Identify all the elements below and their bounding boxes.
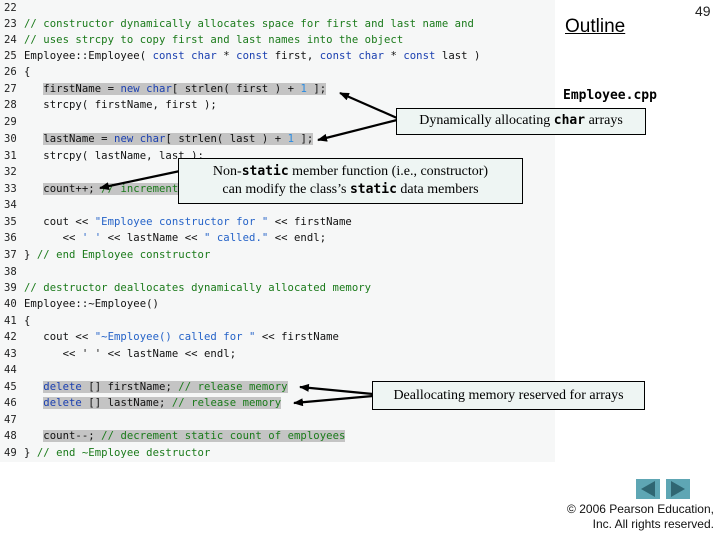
code-line-37: 37} // end Employee constructor bbox=[4, 249, 211, 261]
code-line-47: 47 bbox=[4, 414, 17, 426]
callout-static-line2: can modify the class’s static data membe… bbox=[222, 182, 479, 197]
callout-static-line1: Non-static member function (i.e., constr… bbox=[212, 164, 489, 179]
code-line-42: 42 cout << "~Employee() called for " << … bbox=[4, 331, 339, 343]
code-line-22: 22 bbox=[4, 2, 17, 14]
code-line-24: 24// uses strcpy to copy first and last … bbox=[4, 34, 404, 46]
code-line-41: 41{ bbox=[4, 315, 31, 327]
code-line-45: 45 delete [] firstName; // release memor… bbox=[4, 381, 288, 393]
code-line-38: 38 bbox=[4, 266, 17, 278]
triangle-left-icon bbox=[641, 481, 655, 497]
callout-deallocation: Deallocating memory reserved for arrays bbox=[372, 381, 645, 410]
code-line-36: 36 << ' ' << lastName << " called." << e… bbox=[4, 232, 327, 244]
code-line-39: 39// destructor deallocates dynamically … bbox=[4, 282, 372, 294]
code-line-25: 25 Employee::Employee( const char * const… bbox=[4, 50, 481, 62]
code-line-40: 40 Employee::~Employee() bbox=[4, 298, 159, 310]
code-line-34: 34 bbox=[4, 199, 17, 211]
code-line-29: 29 bbox=[4, 116, 17, 128]
code-line-46: 46 delete [] lastName; // release memory bbox=[4, 397, 282, 409]
outline-link[interactable]: Outline bbox=[565, 16, 625, 38]
callout-static-members: Non-static member function (i.e., constr… bbox=[178, 158, 523, 204]
page-number: 49 bbox=[695, 3, 711, 19]
callout-dynamic-allocation: Dynamically allocating char arrays bbox=[396, 108, 646, 135]
code-line-43: 43 << ' ' << lastName << endl; bbox=[4, 348, 237, 360]
code-line-26: 26{ bbox=[4, 66, 31, 78]
code-line-35: 35 cout << "Employee constructor for " <… bbox=[4, 216, 352, 228]
code-line-31: 31 strcpy( lastName, last ); bbox=[4, 150, 204, 162]
code-line-48: 48 count--; // decrement static count of… bbox=[4, 430, 346, 442]
code-line-27: 27 firstName = new char[ strlen( first )… bbox=[4, 83, 327, 95]
code-line-30: 30 lastName = new char[ strlen( last ) +… bbox=[4, 133, 314, 145]
code-line-49: 49} // end ~Employee destructor bbox=[4, 447, 211, 459]
previous-slide-button[interactable] bbox=[636, 479, 660, 499]
code-line-44: 44 bbox=[4, 364, 17, 376]
next-slide-button[interactable] bbox=[666, 479, 690, 499]
copyright-notice: © 2006 Pearson Education, Inc. All right… bbox=[567, 502, 714, 531]
code-line-32: 32 bbox=[4, 166, 17, 178]
filename-label: Employee.cpp bbox=[563, 88, 657, 103]
code-line-28: 28 strcpy( firstName, first ); bbox=[4, 99, 217, 111]
triangle-right-icon bbox=[671, 481, 685, 497]
code-line-23: 23// constructor dynamically allocates s… bbox=[4, 18, 474, 30]
